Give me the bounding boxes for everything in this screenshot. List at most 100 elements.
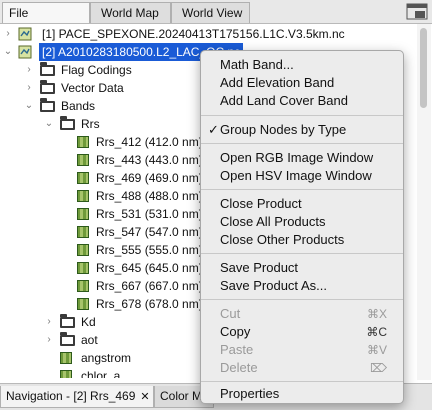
chevron-down-icon[interactable]: ⌄	[44, 115, 54, 133]
menu-item-save-product[interactable]: Save Product	[220, 259, 298, 277]
shortcut-paste: ⌘V	[366, 343, 387, 357]
tab-world-map[interactable]: World Map	[90, 2, 171, 23]
menu-separator	[201, 143, 403, 144]
tab-label: Navigation - [2] Rrs_469	[6, 389, 136, 403]
menu-item-math-band[interactable]: Math Band...	[220, 56, 294, 74]
folder-icon	[40, 98, 55, 112]
band-icon	[60, 352, 72, 364]
tree-node-label: Rrs_531 (531.0 nm)	[96, 207, 203, 221]
band-icon	[77, 172, 89, 184]
tab-file-manager[interactable]: File Manager✕	[2, 2, 90, 40]
tree-node-band[interactable]: Rrs_488 (488.0 nm)	[0, 187, 203, 205]
menu-item-paste: Paste	[220, 342, 254, 357]
close-icon[interactable]: ✕	[140, 391, 149, 403]
tree-node-band[interactable]: Rrs_412 (412.0 nm)	[0, 133, 203, 151]
tree-node-label: chlor_a	[81, 369, 121, 378]
menu-item-close-all-products[interactable]: Close All Products	[220, 213, 326, 231]
tree-node-label: Kd	[81, 315, 96, 329]
menu-item-copy[interactable]: Copy	[220, 323, 250, 341]
context-menu: Math Band... Add Elevation Band Add Land…	[200, 50, 404, 404]
shortcut-delete-icon: ⌦	[370, 361, 387, 375]
folder-icon	[60, 332, 75, 346]
tree-node-label: Rrs_547 (547.0 nm)	[96, 225, 203, 239]
tree-node-band[interactable]: Rrs_678 (678.0 nm)	[0, 295, 203, 313]
menu-item-close-product[interactable]: Close Product	[220, 195, 302, 213]
chevron-down-icon[interactable]: ⌄	[3, 43, 13, 61]
chevron-right-icon[interactable]: ›	[44, 313, 54, 331]
band-icon	[77, 298, 89, 310]
menu-separator	[201, 299, 403, 300]
menu-item-close-other-products[interactable]: Close Other Products	[220, 231, 344, 249]
tree-node-label: Rrs_555 (555.0 nm)	[96, 243, 203, 257]
tree-node-band[interactable]: Rrs_555 (555.0 nm)	[0, 241, 203, 259]
tree-node-kd[interactable]: › Kd	[0, 313, 200, 331]
tree-node-rrs[interactable]: ⌄ Rrs	[0, 115, 200, 133]
tree-node-label: Flag Codings	[61, 63, 132, 77]
vertical-scrollbar[interactable]	[417, 24, 431, 380]
tab-world-view[interactable]: World View	[171, 2, 250, 23]
tree-node-band[interactable]: angstrom	[0, 349, 200, 367]
tree-node-band[interactable]: Rrs_547 (547.0 nm)	[0, 223, 203, 241]
tab-label: World View	[182, 6, 243, 20]
scrollbar-thumb[interactable]	[420, 28, 427, 108]
top-tab-bar: File Manager✕ World Map World View	[0, 0, 432, 40]
menu-item-group-nodes-by-type[interactable]: Group Nodes by Type	[220, 121, 346, 139]
band-icon	[60, 370, 72, 378]
tree-node-band[interactable]: Rrs_531 (531.0 nm)	[0, 205, 203, 223]
tree-node-band[interactable]: Rrs_469 (469.0 nm)	[0, 169, 203, 187]
chevron-right-icon[interactable]: ›	[44, 331, 54, 349]
menu-item-group-nodes-check: ✓	[208, 122, 219, 137]
tree-node-band[interactable]: Rrs_667 (667.0 nm)	[0, 277, 203, 295]
menu-item-save-product-as[interactable]: Save Product As...	[220, 277, 327, 295]
band-icon	[77, 154, 89, 166]
menu-item-add-elevation-band[interactable]: Add Elevation Band	[220, 74, 334, 92]
tree-node-flag-codings[interactable]: › Flag Codings	[0, 61, 200, 79]
chevron-right-icon[interactable]: ›	[3, 25, 13, 43]
tree-node-product-1[interactable]: › [1] PACE_SPEXONE.20240413T175156.L1C.V…	[0, 25, 420, 43]
band-icon	[77, 262, 89, 274]
tree-node-label: angstrom	[81, 351, 132, 365]
menu-separator	[201, 115, 403, 116]
menu-item-delete: Delete	[220, 360, 258, 375]
shortcut-copy: ⌘C	[366, 325, 387, 339]
menu-item-add-land-cover-band[interactable]: Add Land Cover Band	[220, 92, 348, 110]
band-icon	[77, 190, 89, 202]
chevron-right-icon[interactable]: ›	[24, 79, 34, 97]
panel-menu-icon[interactable]	[406, 3, 428, 20]
tree-node-label: Rrs_678 (678.0 nm)	[96, 297, 203, 311]
band-icon	[77, 244, 89, 256]
folder-icon	[40, 80, 55, 94]
tab-navigation[interactable]: Navigation - [2] Rrs_469 ✕	[0, 386, 154, 408]
menu-item-open-hsv-image-window[interactable]: Open HSV Image Window	[220, 167, 372, 185]
tree-node-vector-data[interactable]: › Vector Data	[0, 79, 200, 97]
tab-label: World Map	[101, 6, 159, 20]
tree-node-label: Rrs_667 (667.0 nm)	[96, 279, 203, 293]
shortcut-cut: ⌘X	[366, 307, 387, 321]
tree-node-bands[interactable]: ⌄ Bands	[0, 97, 200, 115]
chevron-right-icon[interactable]: ›	[24, 61, 34, 79]
tree-node-band[interactable]: chlor_a	[0, 367, 200, 378]
menu-item-cut: Cut	[220, 306, 241, 321]
tree-node-band[interactable]: Rrs_645 (645.0 nm)	[0, 259, 203, 277]
tree-node-label: Vector Data	[61, 81, 124, 95]
chevron-down-icon[interactable]: ⌄	[24, 97, 34, 115]
folder-icon	[60, 116, 75, 130]
tree-node-label: aot	[81, 333, 98, 347]
tree-node-label: Bands	[61, 99, 96, 113]
menu-item-open-rgb-image-window[interactable]: Open RGB Image Window	[220, 149, 373, 167]
product-icon	[18, 45, 32, 59]
band-icon	[77, 280, 89, 292]
tree-node-label: Rrs_443 (443.0 nm)	[96, 153, 203, 167]
tree-node-band[interactable]: Rrs_443 (443.0 nm)	[0, 151, 203, 169]
tree-node-label: Rrs_469 (469.0 nm)	[96, 171, 203, 185]
tree-node-aot[interactable]: › aot	[0, 331, 200, 349]
menu-item-properties[interactable]: Properties	[220, 385, 279, 403]
menu-separator	[201, 381, 403, 382]
band-icon	[77, 136, 89, 148]
tree-node-label: Rrs_645 (645.0 nm)	[96, 261, 203, 275]
tree-node-label: [1] PACE_SPEXONE.20240413T175156.L1C.V3.…	[42, 27, 345, 41]
folder-icon	[60, 314, 75, 328]
band-icon	[77, 226, 89, 238]
folder-icon	[40, 62, 55, 76]
product-icon	[18, 27, 32, 41]
